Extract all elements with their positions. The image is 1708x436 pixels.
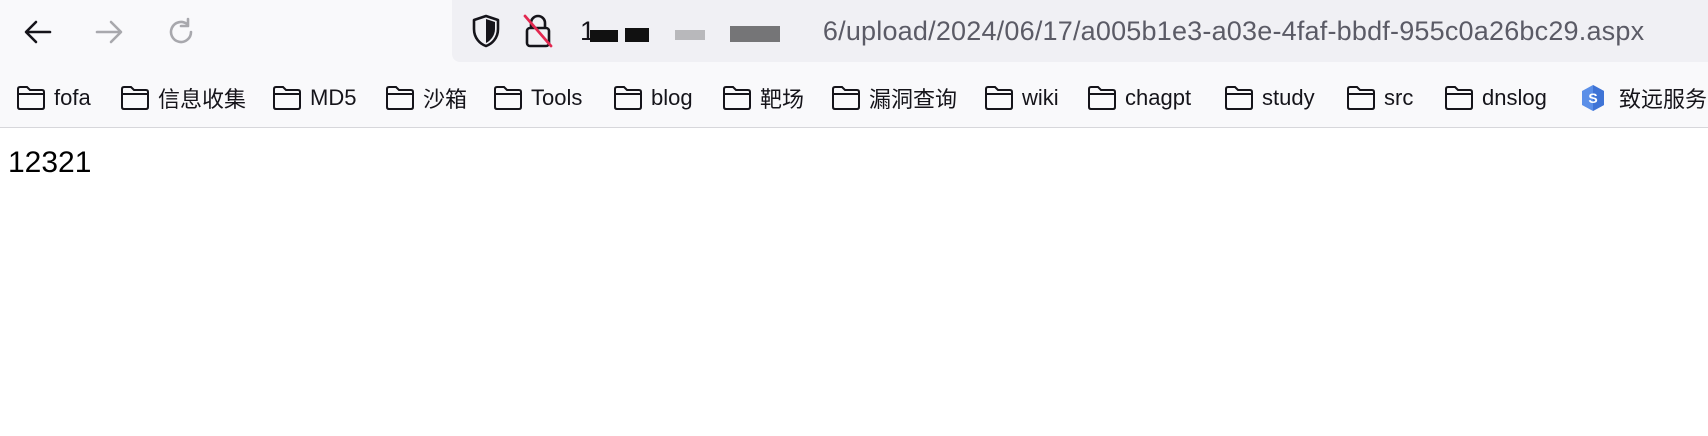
reload-icon <box>169 17 193 44</box>
bookmark-folder-sandbox[interactable]: 沙箱 <box>385 76 467 120</box>
url-host-redacted: 1 <box>580 16 823 46</box>
page-body-text: 12321 <box>8 146 92 179</box>
bookmark-label: 靶场 <box>760 87 805 112</box>
bookmark-label: Tools <box>531 85 583 110</box>
shield-icon[interactable] <box>470 14 502 48</box>
folder-icon <box>723 86 751 110</box>
bookmark-folder-md5[interactable]: MD5 <box>272 76 356 120</box>
bookmark-folder-study[interactable]: study <box>1224 76 1315 120</box>
svg-text:S: S <box>1588 90 1597 106</box>
bookmark-label: src <box>1384 85 1414 110</box>
bookmark-label: study <box>1262 85 1315 110</box>
folder-icon <box>386 86 414 110</box>
bookmark-folder-vuln-lookup[interactable]: 漏洞查询 <box>831 76 957 120</box>
page-content: 12321 <box>8 143 91 180</box>
url-text[interactable]: 1 6/upload/2024/06/17/a005b1e3-a03e-4faf… <box>580 14 1644 48</box>
folder-icon <box>494 86 522 110</box>
arrow-left-icon <box>24 20 52 44</box>
bookmark-label: 漏洞查询 <box>869 87 958 112</box>
bookmark-label: blog <box>651 85 693 110</box>
bookmark-label: 信息收集 <box>158 87 247 112</box>
forward-button[interactable] <box>87 10 131 54</box>
bookmark-label: dnslog <box>1482 85 1547 110</box>
folder-icon <box>1347 86 1375 110</box>
url-bar[interactable]: 1 6/upload/2024/06/17/a005b1e3-a03e-4faf… <box>452 0 1708 62</box>
folder-icon <box>1225 86 1253 110</box>
bookmark-label: 沙箱 <box>423 87 468 112</box>
bookmark-seeyon-service[interactable]: S 致远服务 <box>1579 76 1707 120</box>
bookmark-folder-wiki[interactable]: wiki <box>984 76 1059 120</box>
bookmark-folder-src[interactable]: src <box>1346 76 1413 120</box>
bookmark-folder-info-gathering[interactable]: 信息收集 <box>120 76 246 120</box>
folder-icon <box>832 86 860 110</box>
bookmark-folder-chagpt[interactable]: chagpt <box>1087 76 1191 120</box>
bookmark-label: 致远服务 <box>1619 87 1708 112</box>
back-button[interactable] <box>16 10 60 54</box>
bookmark-folder-blog[interactable]: blog <box>613 76 693 120</box>
navigation-toolbar: 1 6/upload/2024/06/17/a005b1e3-a03e-4faf… <box>0 0 1708 64</box>
bookmark-folder-tools[interactable]: Tools <box>493 76 582 120</box>
bookmark-label: wiki <box>1022 85 1059 110</box>
redaction-mark <box>590 30 618 42</box>
folder-icon <box>614 86 642 110</box>
folder-icon <box>121 86 149 110</box>
browser-chrome: 1 6/upload/2024/06/17/a005b1e3-a03e-4faf… <box>0 0 1708 128</box>
bookmark-label: fofa <box>54 85 91 110</box>
folder-icon <box>1445 86 1473 110</box>
redaction-mark <box>730 26 780 42</box>
reload-button[interactable] <box>159 10 203 54</box>
redaction-mark <box>675 30 705 40</box>
folder-icon <box>17 86 45 110</box>
seeyon-logo-icon: S <box>1582 85 1604 111</box>
bookmarks-toolbar: fofa 信息收集 MD5 沙箱 Tools blog 靶场 漏洞查询 wiki… <box>0 76 1708 120</box>
folder-icon <box>985 86 1013 110</box>
folder-icon <box>273 86 301 110</box>
bookmark-folder-dnslog[interactable]: dnslog <box>1444 76 1547 120</box>
redaction-mark <box>625 28 649 42</box>
bookmark-folder-range[interactable]: 靶场 <box>722 76 804 120</box>
bookmark-folder-fofa[interactable]: fofa <box>16 76 91 120</box>
arrow-right-icon <box>95 20 123 44</box>
bookmark-label: MD5 <box>310 85 357 110</box>
insecure-lock-icon[interactable] <box>522 13 554 49</box>
url-path: 6/upload/2024/06/17/a005b1e3-a03e-4faf-b… <box>822 16 1645 46</box>
folder-icon <box>1088 86 1116 110</box>
bookmark-label: chagpt <box>1125 85 1192 110</box>
